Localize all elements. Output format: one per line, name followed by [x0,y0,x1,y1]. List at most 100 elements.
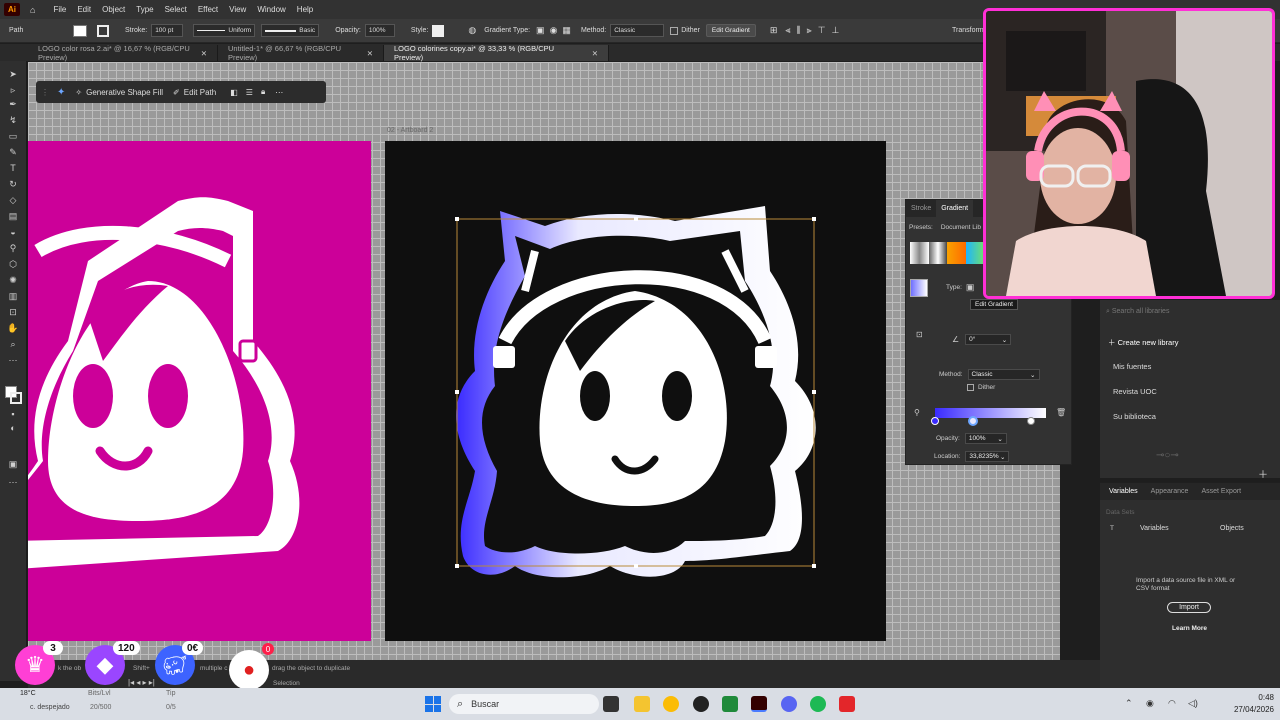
align-icon[interactable]: ⊞ [770,25,778,36]
swatch-blue-green[interactable] [965,242,984,264]
illustrator-taskbar-icon[interactable] [751,696,767,712]
stroke-weight-field[interactable]: 100 pt [151,24,184,37]
curvature-tool-icon[interactable]: ↯ [7,115,19,125]
symbol-sprayer-tool-icon[interactable]: ✺ [7,275,19,285]
menu-edit[interactable]: Edit [77,5,91,14]
delete-stop-icon[interactable]: 🗑︎ [1056,408,1066,417]
drag-handle-icon[interactable]: ⋮ [41,88,49,97]
method-dropdown[interactable]: Classic ⌄ [967,369,1040,380]
brush-definition-dropdown[interactable]: Basic [261,24,320,37]
gradient-preview-swatch[interactable] [910,279,928,297]
method-dropdown[interactable]: Classic [610,24,665,37]
obs-icon[interactable] [839,696,855,712]
generative-shape-fill-button[interactable]: ✧ Generative Shape Fill [75,88,163,97]
rectangle-tool-icon[interactable]: ▭ [7,131,19,141]
spotify-icon[interactable] [810,696,826,712]
align-middle-icon[interactable]: ⊥ [832,25,840,36]
learn-more-link[interactable]: Learn More [1172,625,1207,632]
direct-selection-tool-icon[interactable]: ▹ [7,85,19,95]
tab-untitled[interactable]: Untitled-1* @ 66,67 % (RGB/CPU Preview) ✕ [218,44,384,62]
taskbar-search[interactable]: ⌕ Buscar [449,694,599,714]
paintbrush-tool-icon[interactable]: ✎ [7,147,19,157]
fill-stroke-toggle-icon[interactable]: ⊡ [916,330,923,339]
home-icon[interactable]: ⌂ [30,5,35,15]
tab-logo-colorines[interactable]: LOGO colorines copy.ai* @ 33,33 % (RGB/C… [384,44,609,62]
presets-dropdown[interactable]: Document Lib [941,224,981,231]
style-swatch[interactable] [432,24,445,37]
angle-field[interactable]: 0° ⌄ [965,334,1012,345]
swatch-grey[interactable] [928,242,947,264]
library-item[interactable]: Su biblioteca [1113,412,1156,421]
tab-stroke[interactable]: Stroke [906,205,936,212]
menu-effect[interactable]: Effect [198,5,218,14]
swatch-orange[interactable] [947,242,966,264]
stroke-swatch[interactable] [97,24,109,37]
hand-tool-icon[interactable]: ✋ [7,323,19,333]
edit-toolbar-icon[interactable]: ⋯ [7,355,19,365]
task-view-icon[interactable] [603,696,619,712]
create-library-button[interactable]: ＋ Create new library [1108,337,1178,348]
library-item[interactable]: Revista UOC [1113,387,1157,396]
edit-path-button[interactable]: ✐ Edit Path [173,88,216,97]
tab-variables[interactable]: Variables [1105,488,1142,495]
type-tool-icon[interactable]: T [7,163,19,173]
lock-icon[interactable]: 🔒︎ [261,87,265,97]
add-icon[interactable]: ＋ [1258,466,1268,481]
volume-icon[interactable]: ◁) [1188,698,1198,709]
align-top-icon[interactable]: ⊤ [818,25,826,36]
opacity-field[interactable]: 100% ⌄ [964,433,1007,444]
artboard-tool-icon[interactable]: ⊡ [7,307,19,317]
gradient-stop-selected[interactable] [968,416,978,426]
transform-label[interactable]: Transform [952,27,984,34]
tab-logo-rosa[interactable]: LOGO color rosa 2.ai* @ 16,67 % (RGB/CPU… [28,44,218,62]
eyedropper-tool-icon[interactable]: ⚲ [7,243,19,253]
artboard-pink[interactable] [28,141,371,641]
close-icon[interactable]: ✕ [592,49,598,58]
draw-mode-icon[interactable]: ◐ [7,423,19,433]
screen-mode-icon[interactable]: ▣ [7,459,19,469]
linear-type-icon[interactable]: ▣ [966,282,975,293]
blend-tool-icon[interactable]: ⬡ [7,259,19,269]
selection-tool-icon[interactable]: ➤ [7,69,19,79]
menu-file[interactable]: File [53,5,66,14]
freeform-gradient-icon[interactable]: ▦ [562,25,571,36]
excel-icon[interactable] [722,696,738,712]
wifi-icon[interactable]: ◠ [1168,698,1176,709]
gradient-tool-icon[interactable]: ▤ [7,211,19,221]
artboard-navigation-icon[interactable]: |◂ ◂ ▸ ▸| [128,678,155,687]
dither-checkbox[interactable] [967,384,974,391]
opacity-field[interactable]: 100% [364,24,395,37]
menu-type[interactable]: Type [136,5,153,14]
import-button[interactable]: Import [1167,602,1211,613]
radial-gradient-icon[interactable]: ◉ [550,25,558,36]
tab-asset-export[interactable]: Asset Export [1197,488,1245,495]
shape-builder-tool-icon[interactable]: ◒ [7,227,19,237]
linear-gradient-icon[interactable]: ▣ [536,25,545,36]
dither-checkbox[interactable] [670,26,679,35]
edit-gradient-button[interactable]: Edit Gradient [705,24,756,37]
tab-gradient[interactable]: Gradient [936,200,974,217]
menu-view[interactable]: View [229,5,246,14]
align-center-icon[interactable]: ⫼ [796,25,800,36]
artboard-dark[interactable] [385,141,886,641]
transform-panel-icon[interactable]: ◧ [230,88,238,97]
menu-window[interactable]: Window [257,5,285,14]
tray-chevron-icon[interactable]: ⌃ [1125,698,1133,709]
stroke-color-swatch[interactable] [10,392,22,404]
menu-object[interactable]: Object [102,5,125,14]
color-mode-icon[interactable]: ▪ [7,409,19,419]
pen-tool-icon[interactable]: ✒ [7,99,19,109]
windows-start-icon[interactable] [425,696,441,712]
tab-appearance[interactable]: Appearance [1147,488,1193,495]
eraser-tool-icon[interactable]: ◇ [7,195,19,205]
close-icon[interactable]: ✕ [201,49,207,58]
graph-tool-icon[interactable]: ▥ [7,291,19,301]
zoom-tool-icon[interactable]: ⌕ [7,339,19,349]
file-explorer-icon[interactable] [634,696,650,712]
fill-swatch[interactable] [73,24,87,37]
taskbar-clock[interactable]: 0:48 27/04/2026 [1218,692,1274,716]
menu-select[interactable]: Select [165,5,187,14]
gradient-stop-start[interactable] [931,417,939,425]
rotate-tool-icon[interactable]: ↻ [7,179,19,189]
chrome-icon[interactable] [663,696,679,712]
